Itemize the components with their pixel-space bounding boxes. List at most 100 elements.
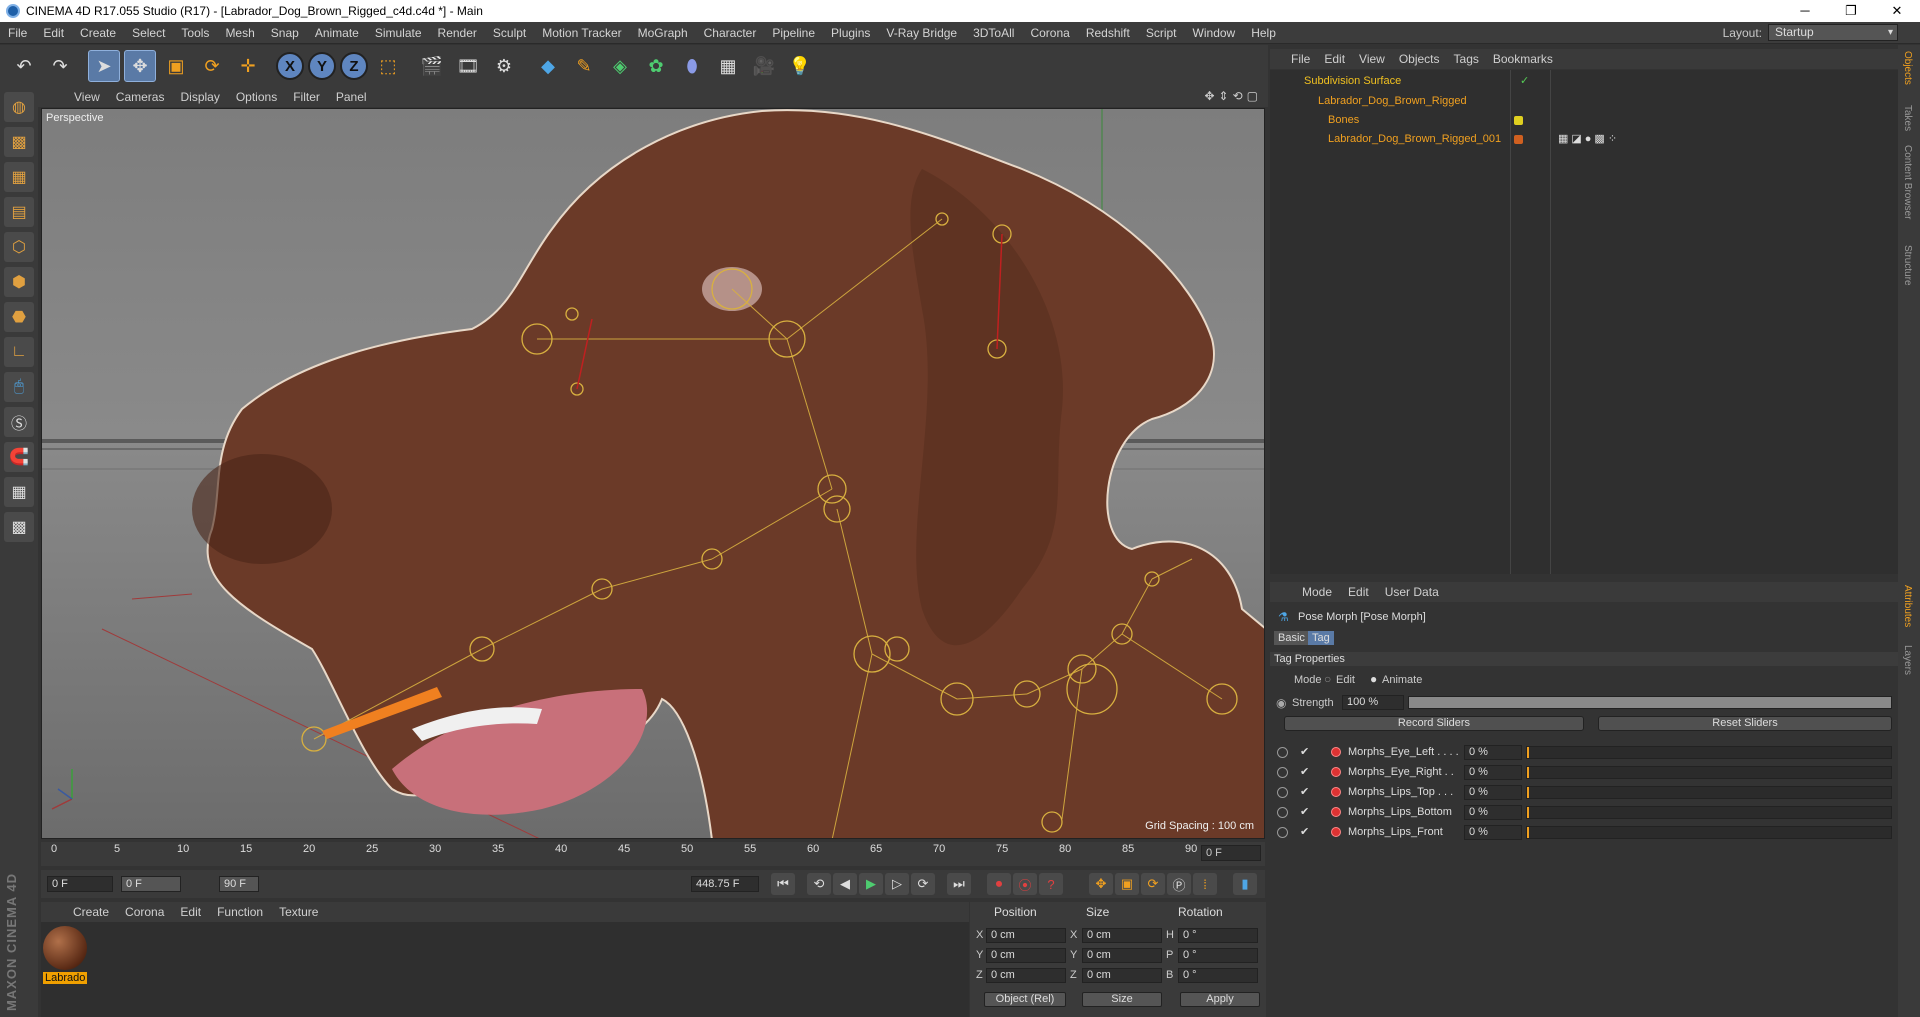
- play-icon[interactable]: ▶: [859, 873, 883, 895]
- axis-mode-icon[interactable]: ∟: [4, 337, 34, 367]
- attribute-menu-mode[interactable]: Mode: [1294, 585, 1340, 599]
- go-to-start-icon[interactable]: ⏮: [771, 873, 795, 895]
- x-axis-icon[interactable]: X: [276, 52, 304, 80]
- layer-color-icon[interactable]: [1514, 135, 1523, 144]
- go-to-end-icon[interactable]: ⏭: [947, 873, 971, 895]
- render-picture-viewer-icon[interactable]: 🎞: [452, 50, 484, 82]
- restore-icon[interactable]: ❐: [1828, 0, 1874, 22]
- timeline[interactable]: 0 5 10 15 20 25 30 35 40 45 50 55 60 65 …: [41, 842, 1265, 866]
- record-sliders-button[interactable]: Record Sliders: [1284, 716, 1584, 731]
- morph-slider[interactable]: [1526, 766, 1892, 779]
- apply-button[interactable]: Apply: [1180, 992, 1260, 1007]
- coordinate-mode-dropdown[interactable]: Object (Rel): [984, 992, 1066, 1007]
- edges-mode-icon[interactable]: ⬢: [4, 267, 34, 297]
- camera-icon[interactable]: 🎥: [748, 50, 780, 82]
- object-name[interactable]: Bones: [1328, 111, 1359, 130]
- fps-field[interactable]: 448.75 F: [691, 876, 759, 892]
- menu-corona[interactable]: Corona: [1022, 22, 1077, 44]
- morph-record-icon[interactable]: [1331, 787, 1341, 797]
- viewport-menu-view[interactable]: View: [66, 90, 108, 104]
- eye-icon[interactable]: [1277, 827, 1288, 838]
- mode-edit-radio[interactable]: ○: [1324, 672, 1331, 686]
- timeline-window-icon[interactable]: ▮: [1233, 873, 1257, 895]
- object-menu-edit[interactable]: Edit: [1317, 52, 1352, 66]
- strength-eye-icon[interactable]: ◉: [1276, 696, 1286, 710]
- tab-content-browser[interactable]: Content Browser: [1902, 145, 1913, 219]
- viewport-menu-panel[interactable]: Panel: [328, 90, 375, 104]
- tab-attributes[interactable]: Attributes: [1902, 585, 1913, 627]
- y-axis-icon[interactable]: Y: [308, 52, 336, 80]
- layout-select[interactable]: Startup: [1768, 24, 1898, 41]
- menu-character[interactable]: Character: [696, 22, 765, 44]
- key-scale-icon[interactable]: ▣: [1115, 873, 1139, 895]
- material-menu-texture[interactable]: Texture: [271, 905, 326, 919]
- scale-icon[interactable]: ▣: [160, 50, 192, 82]
- lock-workplane-icon[interactable]: ▦: [4, 477, 34, 507]
- spline-pen-icon[interactable]: ✎: [568, 50, 600, 82]
- check-icon[interactable]: ✔: [1300, 785, 1309, 798]
- morph-record-icon[interactable]: [1331, 807, 1341, 817]
- tab-basic[interactable]: Basic: [1274, 631, 1309, 645]
- position-y-field[interactable]: 0 cm: [986, 948, 1066, 963]
- menu-tools[interactable]: Tools: [173, 22, 217, 44]
- tab-layers[interactable]: Layers: [1902, 645, 1913, 675]
- check-icon[interactable]: ✔: [1300, 805, 1309, 818]
- points-mode-icon[interactable]: ⬡: [4, 232, 34, 262]
- snap-icon[interactable]: Ⓢ: [4, 407, 34, 437]
- cube-primitive-icon[interactable]: ◆: [532, 50, 564, 82]
- z-axis-icon[interactable]: Z: [340, 52, 368, 80]
- morph-slider[interactable]: [1526, 746, 1892, 759]
- strength-slider[interactable]: [1408, 696, 1892, 709]
- morph-record-icon[interactable]: [1331, 827, 1341, 837]
- coordinate-system-icon[interactable]: ⬚: [372, 50, 404, 82]
- object-name[interactable]: Subdivision Surface: [1304, 72, 1401, 91]
- prev-frame-icon[interactable]: ◀: [833, 873, 857, 895]
- texture-mode-icon[interactable]: ▦: [4, 162, 34, 192]
- object-menu-tags[interactable]: Tags: [1447, 52, 1486, 66]
- deformer-icon[interactable]: ⬮: [676, 50, 708, 82]
- menu-snap[interactable]: Snap: [263, 22, 307, 44]
- autokey-icon[interactable]: ⦿: [1013, 873, 1037, 895]
- eye-icon[interactable]: [1277, 787, 1288, 798]
- morph-record-icon[interactable]: [1331, 747, 1341, 757]
- menu-3dtoall[interactable]: 3DToAll: [965, 22, 1022, 44]
- menu-redshift[interactable]: Redshift: [1078, 22, 1138, 44]
- select-arrow-icon[interactable]: ➤: [88, 50, 120, 82]
- menu-script[interactable]: Script: [1138, 22, 1185, 44]
- range-start-field[interactable]: 0 F: [121, 876, 181, 892]
- size-z-field[interactable]: 0 cm: [1082, 968, 1162, 983]
- object-row-labrador-rigged[interactable]: Labrador_Dog_Brown_Rigged: [1270, 92, 1898, 111]
- reset-sliders-button[interactable]: Reset Sliders: [1598, 716, 1892, 731]
- menu-window[interactable]: Window: [1185, 22, 1244, 44]
- tab-tag[interactable]: Tag: [1308, 631, 1334, 645]
- object-menu-view[interactable]: View: [1352, 52, 1392, 66]
- viewport-menu-filter[interactable]: Filter: [285, 90, 328, 104]
- morph-value-field[interactable]: 0 %: [1464, 825, 1522, 840]
- layer-color-icon[interactable]: [1514, 116, 1523, 125]
- morph-value-field[interactable]: 0 %: [1464, 785, 1522, 800]
- keyframe-selection-icon[interactable]: ?: [1039, 873, 1063, 895]
- menu-vray-bridge[interactable]: V-Ray Bridge: [878, 22, 965, 44]
- menu-mesh[interactable]: Mesh: [217, 22, 262, 44]
- viewport-camera-label[interactable]: Perspective: [46, 112, 103, 124]
- menu-animate[interactable]: Animate: [307, 22, 367, 44]
- eye-icon[interactable]: [1277, 807, 1288, 818]
- menu-simulate[interactable]: Simulate: [367, 22, 430, 44]
- tab-takes[interactable]: Takes: [1902, 105, 1913, 131]
- viewport-menu-display[interactable]: Display: [172, 90, 227, 104]
- key-param-icon[interactable]: Ⓟ: [1167, 873, 1191, 895]
- record-icon[interactable]: ⏺: [987, 873, 1011, 895]
- menu-plugins[interactable]: Plugins: [823, 22, 878, 44]
- tweak-icon[interactable]: 🖱: [4, 372, 34, 402]
- render-settings-icon[interactable]: ⚙: [488, 50, 520, 82]
- rotation-h-field[interactable]: 0 °: [1178, 928, 1258, 943]
- morph-value-field[interactable]: 0 %: [1464, 745, 1522, 760]
- make-editable-icon[interactable]: ◍: [4, 92, 34, 122]
- size-x-field[interactable]: 0 cm: [1082, 928, 1162, 943]
- floor-grid-icon[interactable]: ▦: [712, 50, 744, 82]
- menu-sculpt[interactable]: Sculpt: [485, 22, 534, 44]
- tab-objects[interactable]: Objects: [1902, 51, 1913, 85]
- menu-create[interactable]: Create: [72, 22, 124, 44]
- object-menu-bookmarks[interactable]: Bookmarks: [1486, 52, 1560, 66]
- polygons-mode-icon[interactable]: ⬣: [4, 302, 34, 332]
